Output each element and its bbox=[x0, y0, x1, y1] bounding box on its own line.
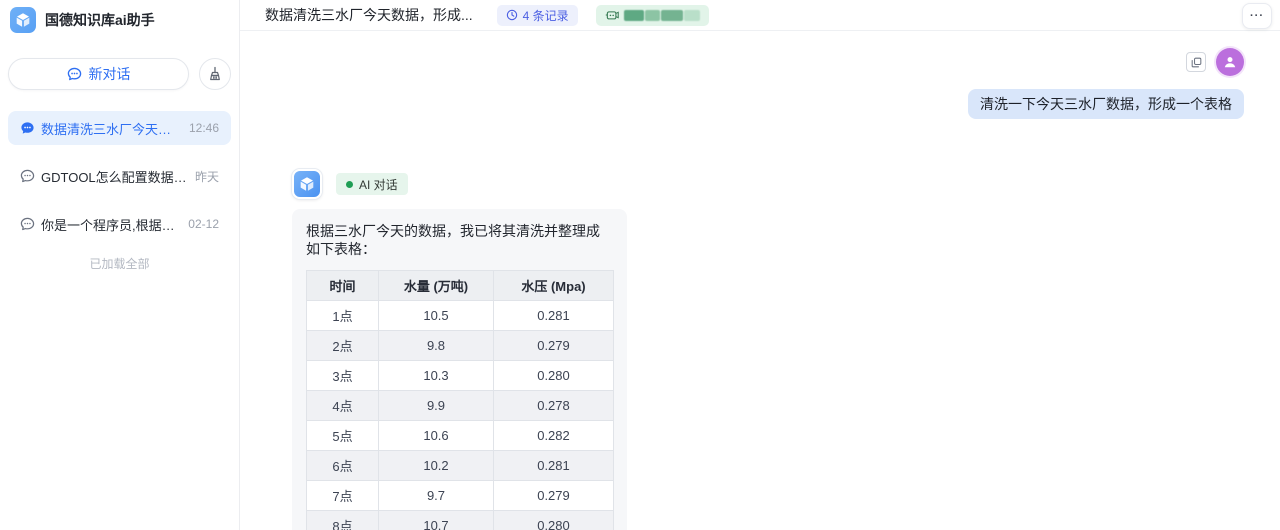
table-cell: 2点 bbox=[307, 331, 379, 361]
more-options-icon: ··· bbox=[1250, 10, 1264, 22]
main-panel: 数据清洗三水厂今天数据，形成... 4 条记录 ··· bbox=[240, 0, 1280, 530]
table-cell: 10.2 bbox=[379, 451, 494, 481]
table-column-header: 水量 (万吨) bbox=[379, 271, 494, 301]
records-badge: 4 条记录 bbox=[497, 5, 578, 26]
ai-dialog-badge: AI 对话 bbox=[336, 173, 408, 195]
records-badge-label: 4 条记录 bbox=[523, 7, 569, 24]
table-body: 1点10.50.2812点9.80.2793点10.30.2804点9.90.2… bbox=[307, 301, 614, 530]
chat-bubble-icon bbox=[67, 67, 82, 82]
table-column-header: 水压 (Mpa) bbox=[494, 271, 614, 301]
table-cell: 9.9 bbox=[379, 391, 494, 421]
table-row: 1点10.50.281 bbox=[307, 301, 614, 331]
green-status-dot bbox=[346, 181, 353, 188]
user-avatar[interactable] bbox=[1216, 48, 1244, 76]
brand: 国德知识库ai助手 bbox=[0, 0, 239, 40]
history-item-title: 你是一个程序员,根据这... bbox=[41, 215, 182, 234]
person-icon bbox=[1222, 54, 1238, 70]
broom-icon bbox=[207, 66, 223, 82]
table-row: 4点9.90.278 bbox=[307, 391, 614, 421]
chat-bubble-filled-icon bbox=[20, 121, 35, 136]
clock-icon bbox=[506, 9, 518, 21]
history-loaded-all: 已加载全部 bbox=[0, 255, 239, 272]
topbar: 数据清洗三水厂今天数据，形成... 4 条记录 ··· bbox=[240, 0, 1280, 31]
user-message-bubble: 清洗一下今天三水厂数据，形成一个表格 bbox=[968, 89, 1244, 119]
history-item-title: 数据清洗三水厂今天数据... bbox=[41, 119, 183, 138]
history-item-0[interactable]: 数据清洗三水厂今天数据... 12:46 bbox=[8, 111, 231, 145]
history-item-time: 昨天 bbox=[195, 168, 219, 185]
redacted-text bbox=[624, 10, 700, 21]
copy-message-button[interactable] bbox=[1186, 52, 1206, 72]
app-logo-cube-icon bbox=[10, 7, 36, 33]
table-row: 2点9.80.279 bbox=[307, 331, 614, 361]
table-cell: 0.282 bbox=[494, 421, 614, 451]
table-cell: 1点 bbox=[307, 301, 379, 331]
table-cell: 9.7 bbox=[379, 481, 494, 511]
table-cell: 10.6 bbox=[379, 421, 494, 451]
table-row: 7点9.70.279 bbox=[307, 481, 614, 511]
model-badge bbox=[596, 5, 709, 26]
chat-bubble-outline-icon bbox=[20, 169, 35, 184]
history-item-time: 12:46 bbox=[189, 121, 219, 135]
ai-intro-text: 根据三水厂今天的数据，我已将其清洗并整理成如下表格： bbox=[306, 222, 613, 258]
table-cell: 10.7 bbox=[379, 511, 494, 530]
ai-avatar-cube-icon bbox=[292, 169, 322, 199]
table-row: 5点10.60.282 bbox=[307, 421, 614, 451]
table-cell: 0.280 bbox=[494, 511, 614, 530]
ai-dialog-badge-label: AI 对话 bbox=[359, 176, 398, 193]
table-cell: 7点 bbox=[307, 481, 379, 511]
app-title: 国德知识库ai助手 bbox=[45, 10, 155, 30]
history-item-2[interactable]: 你是一个程序员,根据这... 02-12 bbox=[8, 207, 231, 241]
more-options-button[interactable]: ··· bbox=[1242, 3, 1272, 29]
table-row: 8点10.70.280 bbox=[307, 511, 614, 530]
sidebar: 国德知识库ai助手 新对话 数据清洗三水厂今天数据... 12:46 GDTOOL怎… bbox=[0, 0, 240, 530]
history-item-title: GDTOOL怎么配置数据源啊 bbox=[41, 167, 189, 186]
chat-bubble-outline-icon bbox=[20, 217, 35, 232]
table-cell: 0.279 bbox=[494, 331, 614, 361]
table-row: 6点10.20.281 bbox=[307, 451, 614, 481]
table-cell: 10.5 bbox=[379, 301, 494, 331]
table-cell: 0.278 bbox=[494, 391, 614, 421]
table-cell: 0.279 bbox=[494, 481, 614, 511]
table-cell: 6点 bbox=[307, 451, 379, 481]
table-cell: 8点 bbox=[307, 511, 379, 530]
table-row: 3点10.30.280 bbox=[307, 361, 614, 391]
robot-icon bbox=[605, 9, 619, 21]
table-cell: 9.8 bbox=[379, 331, 494, 361]
data-table: 时间水量 (万吨)水压 (Mpa) 1点10.50.2812点9.80.2793… bbox=[306, 270, 614, 530]
copy-icon bbox=[1191, 57, 1202, 68]
history-item-1[interactable]: GDTOOL怎么配置数据源啊昨天 bbox=[8, 159, 231, 193]
table-column-header: 时间 bbox=[307, 271, 379, 301]
clear-history-button[interactable] bbox=[199, 58, 231, 90]
table-cell: 10.3 bbox=[379, 361, 494, 391]
table-cell: 3点 bbox=[307, 361, 379, 391]
table-cell: 0.280 bbox=[494, 361, 614, 391]
new-chat-label: 新对话 bbox=[89, 64, 131, 84]
new-chat-button[interactable]: 新对话 bbox=[8, 58, 189, 90]
history-item-time: 02-12 bbox=[188, 217, 219, 231]
ai-message-bubble: 根据三水厂今天的数据，我已将其清洗并整理成如下表格： 时间水量 (万吨)水压 (… bbox=[292, 209, 627, 530]
table-cell: 0.281 bbox=[494, 301, 614, 331]
table-cell: 4点 bbox=[307, 391, 379, 421]
table-cell: 5点 bbox=[307, 421, 379, 451]
chat-area: 清洗一下今天三水厂数据，形成一个表格 AI 对话 根据三水厂今天的数据，我已将其… bbox=[240, 31, 1280, 530]
table-header-row: 时间水量 (万吨)水压 (Mpa) bbox=[307, 271, 614, 301]
conversation-title: 数据清洗三水厂今天数据，形成... bbox=[265, 5, 473, 25]
table-cell: 0.281 bbox=[494, 451, 614, 481]
history-list: 数据清洗三水厂今天数据...12:46GDTOOL怎么配置数据源啊昨天你是一个程… bbox=[0, 111, 239, 241]
